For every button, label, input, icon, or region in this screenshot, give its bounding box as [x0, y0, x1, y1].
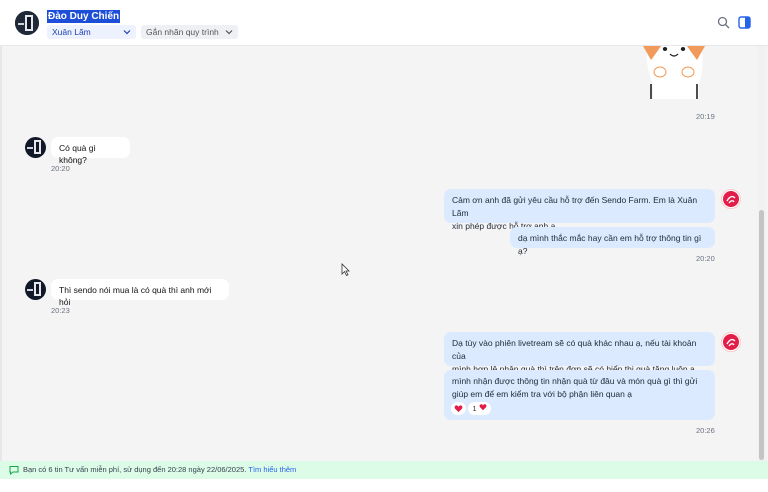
message-icon — [9, 466, 19, 475]
timestamp: 20:19 — [696, 112, 715, 121]
sendo-avatar — [721, 189, 741, 209]
customer-message: Có quà gì không? — [51, 137, 130, 165]
chevron-down-icon — [123, 30, 131, 35]
process-select-value: Gắn nhãn quy trình — [146, 27, 219, 37]
notice-text: Bạn có 6 tin Tư vấn miễn phí, sử dụng đế… — [23, 465, 247, 474]
search-icon[interactable] — [717, 16, 730, 29]
message-line: Cảm ơn anh đã gửi yêu cầu hỗ trợ đến Sen… — [452, 195, 698, 218]
agent-select[interactable]: Xuân Lãm — [47, 25, 136, 39]
timestamp: 20:20 — [696, 254, 715, 263]
free-consult-notice: Bạn có 6 tin Tư vấn miễn phí, sử dụng đế… — [0, 461, 768, 479]
message-line: giúp em để em kiểm tra với bộ phận liên … — [452, 389, 632, 399]
mouse-cursor-icon — [341, 263, 350, 276]
heart-icon — [454, 405, 463, 413]
composer-area[interactable] — [0, 479, 768, 492]
left-divider — [0, 46, 2, 461]
scrollbar[interactable] — [758, 46, 766, 461]
timestamp: 20:26 — [696, 426, 715, 435]
timestamp: 20:23 — [51, 306, 70, 315]
contact-avatar[interactable] — [15, 11, 39, 35]
learn-more-link[interactable]: Tìm hiểu thêm — [248, 465, 296, 474]
side-panel-icon[interactable] — [738, 16, 751, 29]
chevron-down-icon — [225, 30, 233, 35]
scrollbar-thumb[interactable] — [759, 210, 764, 460]
customer-avatar — [25, 137, 46, 158]
agent-select-value: Xuân Lãm — [52, 27, 91, 37]
notice-text-wrap: Bạn có 6 tin Tư vấn miễn phí, sử dụng đế… — [23, 461, 296, 479]
reaction-count[interactable]: 1 — [468, 402, 491, 415]
agent-message: dạ mình thắc mắc hay cần em hỗ trợ thông… — [510, 227, 715, 256]
contact-name[interactable]: Đào Duy Chiến — [47, 10, 121, 23]
message-list[interactable]: 20:19 Có quà gì không? 20:20 Cảm ơn anh … — [0, 46, 768, 461]
customer-avatar — [25, 279, 46, 300]
agent-message: Cảm ơn anh đã gửi yêu cầu hỗ trợ đến Sen… — [444, 189, 715, 231]
customer-message: Thì sendo nói mua là có quà thì anh mới … — [51, 279, 229, 307]
agent-message: Dạ tùy vào phiên livetream sẽ có quà khá… — [444, 332, 715, 374]
heart-icon — [479, 404, 487, 411]
reaction-count-value: 1 — [472, 404, 477, 413]
conversation-header: Đào Duy Chiến Xuân Lãm Gắn nhãn quy trìn… — [0, 0, 768, 46]
process-label-select[interactable]: Gắn nhãn quy trình — [141, 25, 238, 39]
dog-sticker — [643, 46, 705, 99]
sendo-avatar — [721, 332, 741, 352]
message-line: Dạ tùy vào phiên livetream sẽ có quà khá… — [452, 338, 697, 361]
react-button[interactable] — [451, 402, 466, 415]
timestamp: 20:20 — [51, 164, 70, 173]
message-line: mình nhận được thông tin nhận quà từ đâu… — [452, 376, 698, 386]
